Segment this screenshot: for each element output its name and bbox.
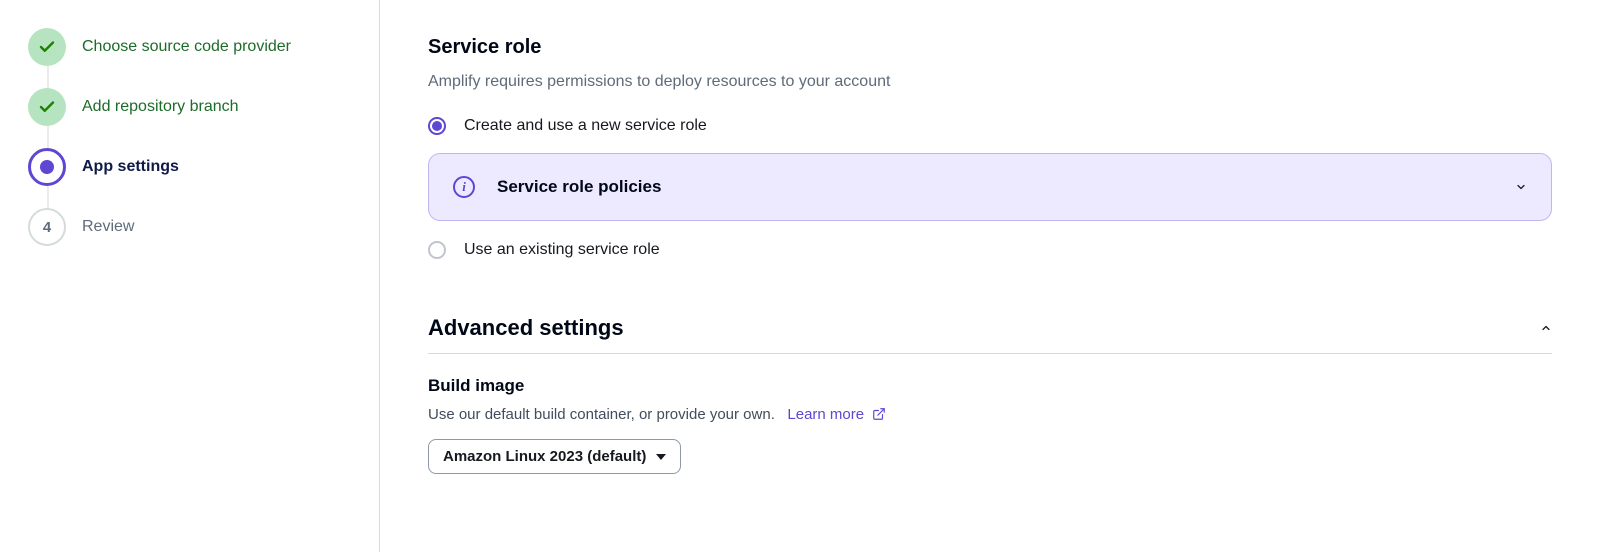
check-icon	[28, 88, 66, 126]
chevron-down-icon	[1515, 181, 1527, 193]
build-image-label: Build image	[428, 376, 1552, 396]
current-step-icon	[28, 148, 66, 186]
policies-title: Service role policies	[497, 177, 1493, 197]
service-role-title: Service role	[428, 36, 1552, 59]
learn-more-text: Learn more	[787, 406, 864, 423]
advanced-settings-title: Advanced settings	[428, 315, 624, 341]
step-label: Choose source code provider	[82, 38, 291, 56]
radio-icon	[428, 241, 446, 259]
check-icon	[28, 28, 66, 66]
chevron-up-icon	[1540, 322, 1552, 334]
step-number-icon: 4	[28, 208, 66, 246]
service-role-description: Amplify requires permissions to deploy r…	[428, 73, 1552, 91]
step-label: Review	[82, 218, 134, 236]
radio-label: Use an existing service role	[464, 241, 660, 259]
build-image-hint-text: Use our default build container, or prov…	[428, 406, 775, 423]
build-image-hint: Use our default build container, or prov…	[428, 406, 1552, 423]
info-icon: i	[453, 176, 475, 198]
radio-existing-role[interactable]: Use an existing service role	[428, 241, 1552, 259]
step-app-settings[interactable]: App settings	[28, 148, 355, 208]
learn-more-link[interactable]: Learn more	[787, 406, 886, 423]
step-review[interactable]: 4 Review	[28, 208, 355, 246]
build-image-select[interactable]: Amazon Linux 2023 (default)	[428, 439, 681, 474]
build-image-field: Build image Use our default build contai…	[428, 376, 1552, 474]
advanced-settings-header[interactable]: Advanced settings	[428, 315, 1552, 354]
step-source-provider[interactable]: Choose source code provider	[28, 28, 355, 88]
radio-create-role[interactable]: Create and use a new service role	[428, 117, 1552, 135]
radio-icon	[428, 117, 446, 135]
build-image-selected: Amazon Linux 2023 (default)	[443, 448, 646, 465]
step-repo-branch[interactable]: Add repository branch	[28, 88, 355, 148]
service-role-policies-panel[interactable]: i Service role policies	[428, 153, 1552, 221]
step-label: App settings	[82, 158, 179, 176]
caret-down-icon	[656, 454, 666, 460]
wizard-steps-sidebar: Choose source code provider Add reposito…	[0, 0, 380, 552]
advanced-settings-section: Advanced settings Build image Use our de…	[428, 315, 1552, 474]
radio-label: Create and use a new service role	[464, 117, 707, 135]
external-link-icon	[872, 407, 886, 421]
main-content: Service role Amplify requires permission…	[380, 0, 1600, 552]
step-label: Add repository branch	[82, 98, 239, 116]
